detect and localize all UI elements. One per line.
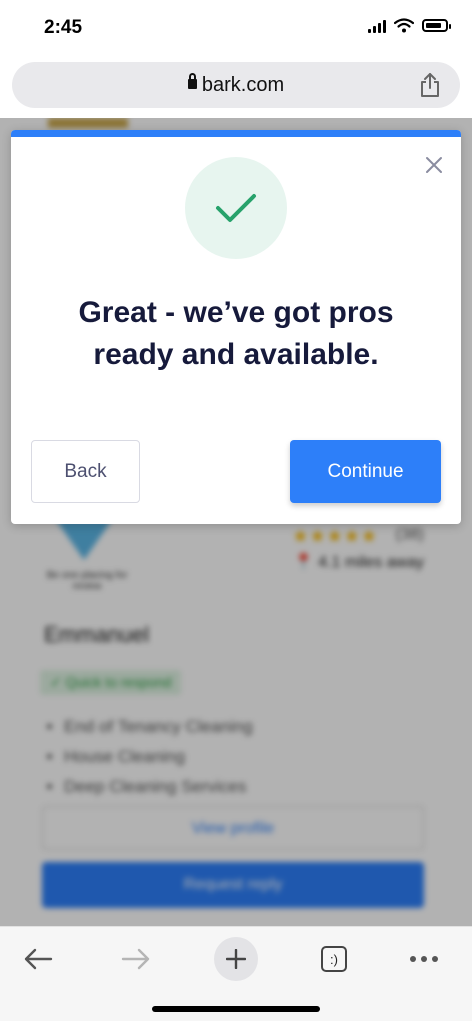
lock-icon <box>187 72 197 89</box>
url-text: bark.com <box>201 74 285 96</box>
browser-toolbar: :) <box>0 926 472 1021</box>
close-icon[interactable] <box>423 154 445 176</box>
checkmark-icon <box>216 194 256 222</box>
modal-accent-bar <box>11 130 461 137</box>
more-button[interactable] <box>402 937 446 981</box>
success-circle <box>185 157 287 259</box>
more-icon <box>410 956 438 962</box>
status-time: 2:45 <box>44 17 83 38</box>
back-button[interactable]: Back <box>31 440 140 503</box>
status-bar: 2:45 <box>0 0 472 56</box>
forward-arrow-icon <box>121 948 150 970</box>
tabs-button[interactable]: :) <box>312 937 356 981</box>
back-arrow-icon <box>24 948 53 970</box>
forward-nav-button[interactable] <box>114 937 158 981</box>
wifi-icon <box>394 18 414 33</box>
new-tab-button[interactable] <box>214 937 258 981</box>
status-icons <box>368 18 451 33</box>
back-nav-button[interactable] <box>16 937 60 981</box>
url-bar[interactable]: bark.com <box>12 62 460 108</box>
tabs-icon: :) <box>321 946 347 972</box>
share-icon[interactable] <box>418 72 442 98</box>
success-modal: Great - we’ve got pros ready and availab… <box>11 130 461 524</box>
continue-button[interactable]: Continue <box>290 440 441 503</box>
modal-headline: Great - we’ve got pros ready and availab… <box>78 296 394 371</box>
battery-icon <box>422 19 451 32</box>
home-indicator <box>152 1006 320 1012</box>
signal-icon <box>368 19 386 33</box>
plus-icon <box>226 949 246 969</box>
url-display[interactable]: bark.com <box>12 72 460 97</box>
